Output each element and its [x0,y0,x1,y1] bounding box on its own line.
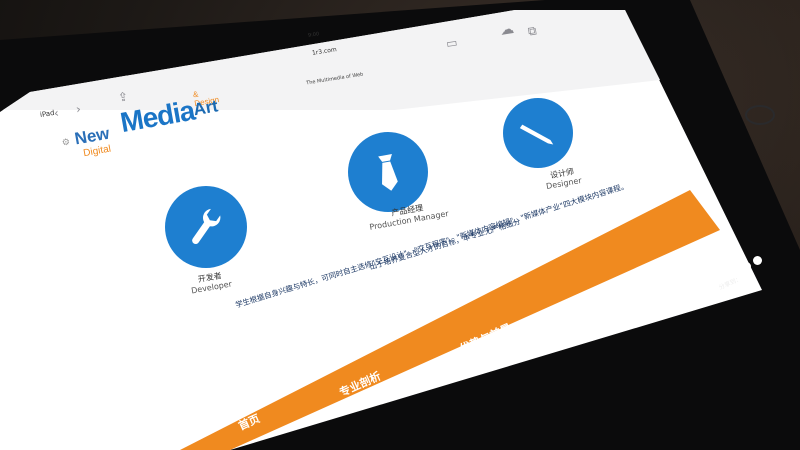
pen-icon [519,124,554,145]
necktie-icon [378,154,398,191]
photo-background: iPad 9:00 1r3.com The Multimedia of Web … [0,0,800,450]
settings-icon[interactable]: ⚙ [61,137,71,148]
home-button[interactable] [745,105,775,125]
wrench-icon [192,208,221,244]
product-manager-circle[interactable] [348,132,428,212]
cloud-icon[interactable]: ☁ [499,21,515,39]
share-icon[interactable]: ⇪ [117,89,129,104]
tabs-icon[interactable]: ⧉ [527,23,538,39]
designer-circle[interactable] [503,98,573,168]
weibo-icon[interactable] [742,262,751,271]
developer-circle[interactable] [165,186,247,268]
share-icon[interactable] [753,256,762,265]
bookmarks-icon[interactable]: ▭ [445,35,458,51]
logo-art: Art [191,96,220,120]
